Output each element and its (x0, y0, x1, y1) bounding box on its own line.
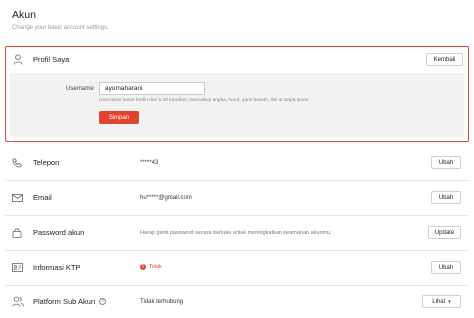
user-icon (13, 54, 23, 65)
save-button[interactable]: Simpan (99, 111, 139, 124)
profile-edit-panel: Username Username harus terdiri dari 5-3… (10, 73, 464, 137)
sub-account-label: Platform Sub Akun (33, 297, 96, 306)
username-hint: Username harus terdiri dari 5-30 karakte… (99, 98, 310, 103)
view-button-label: Lihat (432, 298, 446, 305)
username-label: Username (66, 86, 94, 92)
id-card-icon (12, 263, 23, 272)
sub-account-view-button[interactable]: Lihat ▾ (422, 295, 461, 308)
phone-change-button[interactable]: Ubah (431, 156, 461, 169)
email-value: hu*****@gmail.com (140, 195, 192, 201)
envelope-icon (12, 194, 23, 202)
ktp-label: Informasi KTP (33, 263, 81, 272)
email-label: Email (33, 193, 52, 202)
lock-icon (12, 227, 22, 238)
ktp-change-button[interactable]: Ubah (431, 261, 461, 274)
ktp-status-badge: ! Tolak (140, 264, 162, 270)
phone-label: Telepon (33, 158, 60, 167)
divider (5, 180, 469, 181)
password-label: Password akun (33, 228, 85, 237)
sub-account-value: Tidak terhubung (140, 299, 184, 305)
phone-icon (12, 158, 22, 168)
profile-section: Profil Saya Kembali Username Username ha… (5, 46, 469, 142)
page-header: Akun Change your basic account settings. (12, 9, 109, 32)
help-icon[interactable]: ? (99, 298, 106, 305)
profile-label: Profil Saya (33, 55, 70, 64)
ktp-status-text: Tolak (149, 264, 162, 270)
divider (5, 250, 469, 251)
rejected-icon: ! (140, 264, 146, 270)
divider (5, 215, 469, 216)
email-change-button[interactable]: Ubah (431, 191, 461, 204)
username-input[interactable] (99, 82, 205, 95)
users-icon (12, 296, 24, 307)
password-update-button[interactable]: Update (428, 226, 461, 239)
chevron-down-icon: ▾ (448, 298, 451, 305)
profile-row: Profil Saya Kembali (6, 47, 468, 73)
password-description: Harap ganti password secara berkala untu… (140, 230, 332, 236)
page-title: Akun (12, 9, 36, 21)
divider (5, 285, 469, 286)
phone-value: *****43 (140, 160, 159, 166)
page-subtitle: Change your basic account settings. (12, 25, 109, 31)
back-button[interactable]: Kembali (426, 53, 463, 66)
